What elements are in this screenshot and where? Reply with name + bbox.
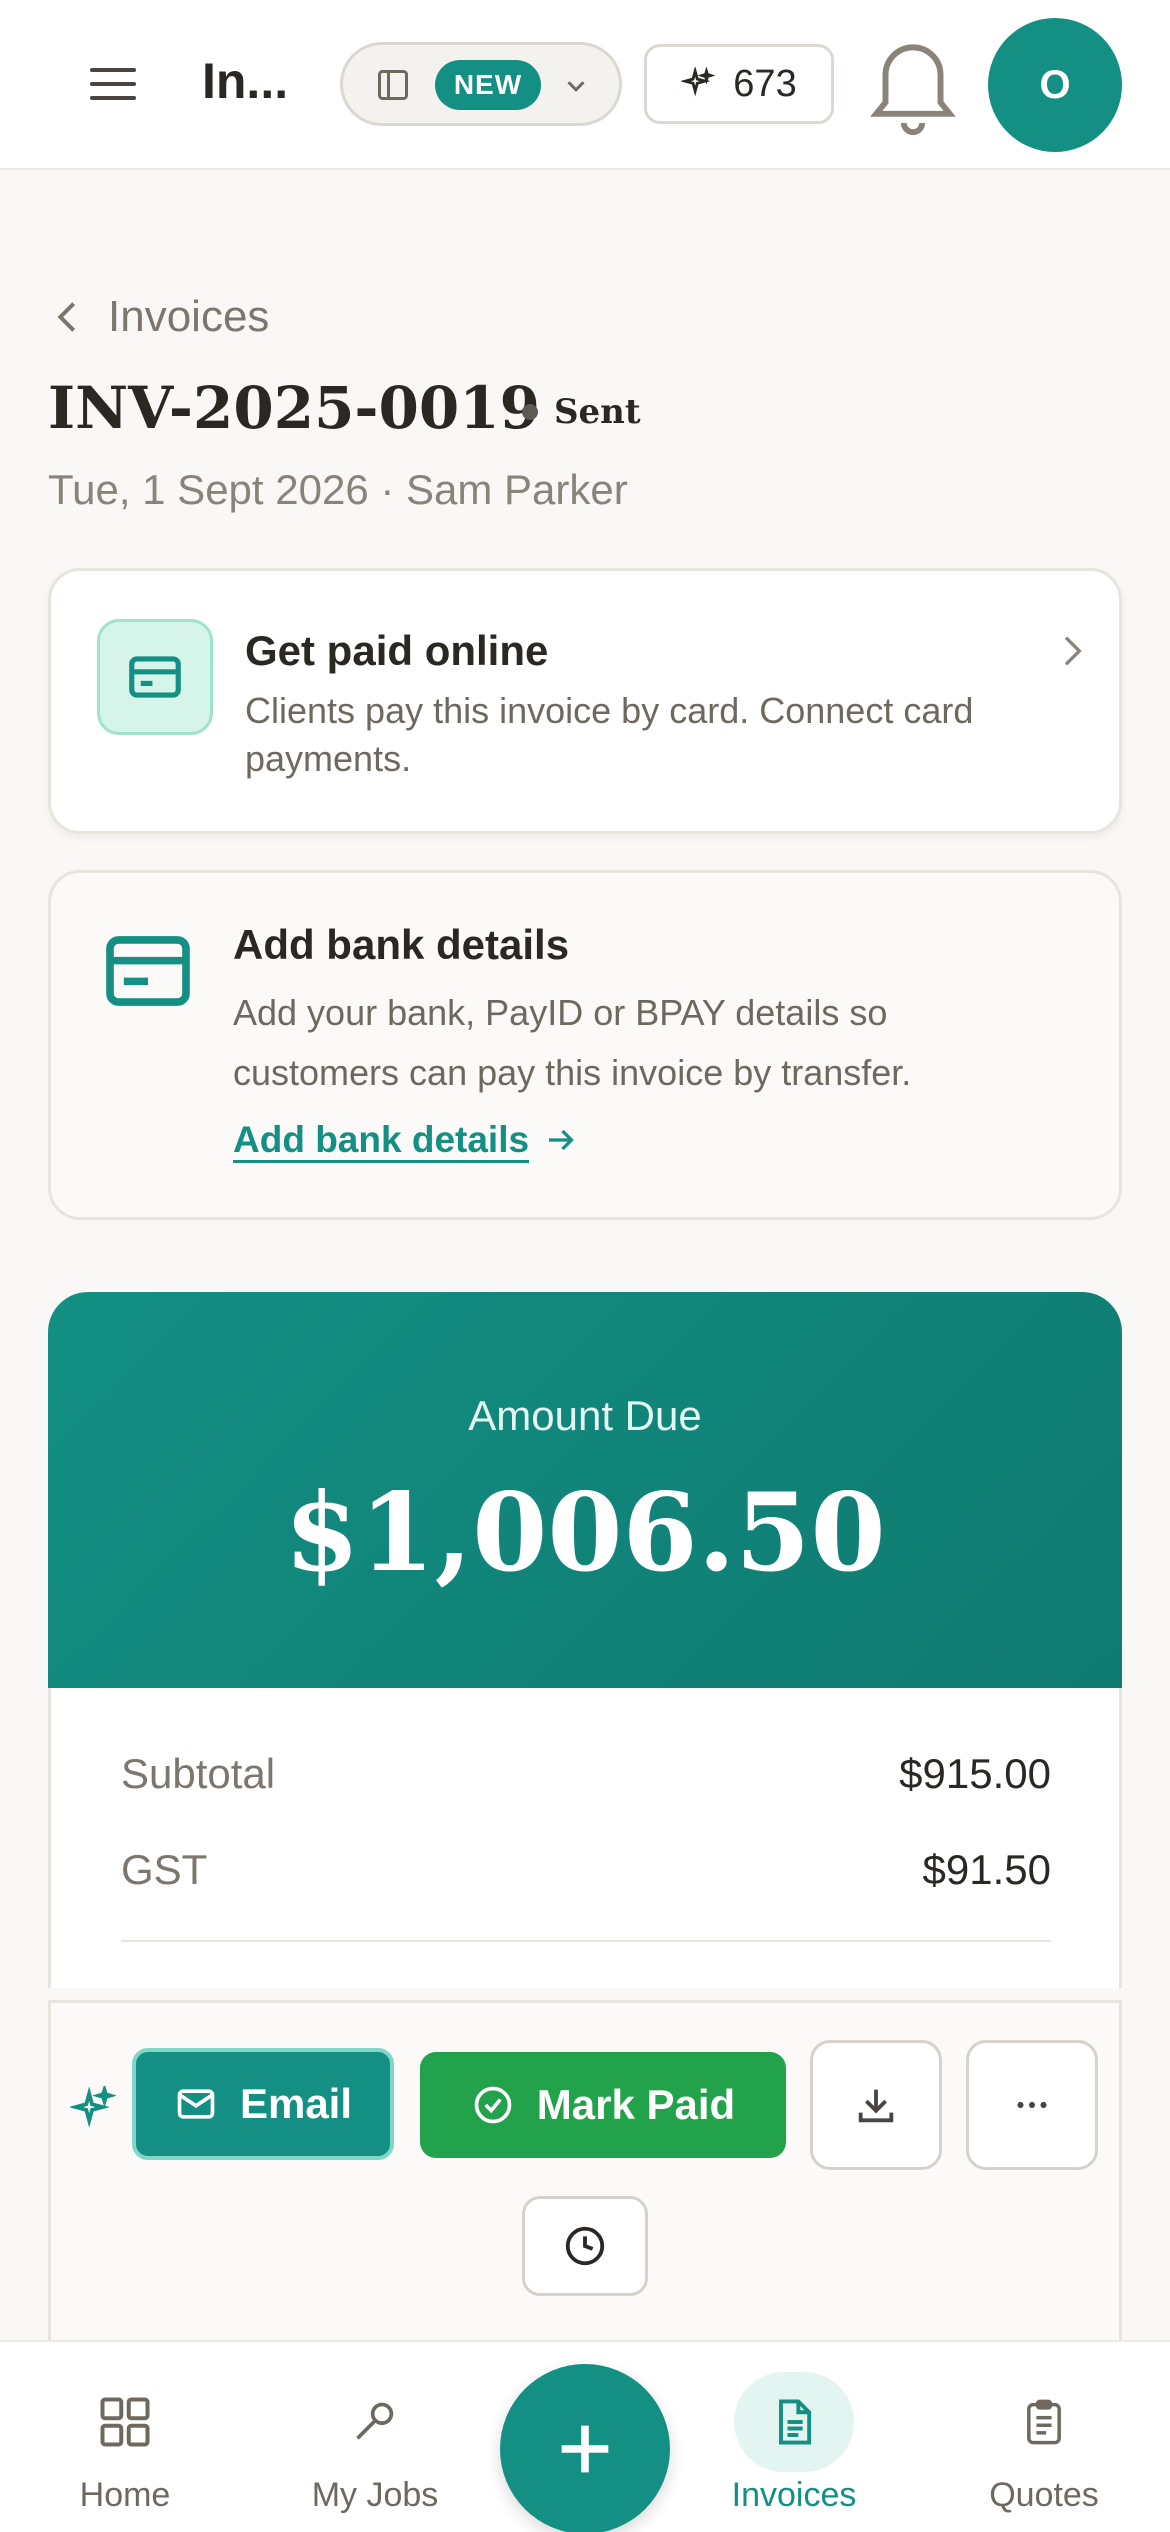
nav-icon-wrap	[315, 2372, 435, 2472]
add-bank-details-link[interactable]: Add bank details	[233, 1119, 579, 1161]
mark-paid-label: Mark Paid	[536, 2081, 736, 2128]
download-button[interactable]	[810, 2040, 942, 2170]
mark-paid-button[interactable]: Mark Paid	[420, 2052, 786, 2158]
back-label: Invoices	[108, 292, 270, 341]
email-label: Email	[239, 2080, 353, 2127]
clock-icon	[565, 2226, 605, 2266]
nav-icon-wrap	[734, 2372, 854, 2472]
credit-card-icon	[106, 936, 190, 1006]
subtotal-row: Subtotal $915.00	[121, 1750, 1051, 1798]
add-bank-details-label: Add bank details	[233, 1119, 530, 1160]
chevron-right-icon	[1064, 636, 1082, 666]
nav-item-home[interactable]: Home	[25, 2372, 225, 2515]
subtotal-value: $915.00	[899, 1750, 1051, 1797]
sparkle-icon	[681, 67, 716, 97]
clipboard-icon	[1027, 2399, 1061, 2445]
amount-due-value: $1,006.50	[284, 1470, 886, 1596]
gst-label: GST	[121, 1846, 208, 1893]
mail-icon	[177, 2089, 215, 2119]
bank-details-card: Add bank details Add your bank, PayID or…	[48, 870, 1122, 1220]
nav-icon-wrap	[65, 2372, 185, 2472]
arrow-right-icon	[549, 1129, 574, 1151]
nav-item-quotes[interactable]: Quotes	[944, 2372, 1144, 2515]
nav-label-quotes: Quotes	[989, 2476, 1099, 2514]
more-options-button[interactable]	[966, 2040, 1098, 2170]
invoice-meta: Tue, 1 Sept 2026 · Sam Parker	[48, 466, 628, 513]
more-horizontal-icon	[1017, 2101, 1047, 2109]
credits-count: 673	[733, 62, 797, 105]
grid-icon	[100, 2397, 150, 2447]
amount-due-panel: Amount Due $1,006.50	[48, 1292, 1122, 1688]
ai-sparkle-icon[interactable]	[70, 2086, 116, 2132]
nav-item-invoices[interactable]: Invoices	[694, 2372, 894, 2515]
add-new-button[interactable]	[500, 2364, 670, 2532]
get-paid-description: Clients pay this invoice by card. Connec…	[245, 690, 974, 779]
status-label: Sent	[554, 392, 641, 432]
bank-details-description: Add your bank, PayID or BPAY details so …	[233, 992, 912, 1093]
wrench-icon	[356, 2402, 394, 2440]
history-button[interactable]	[522, 2196, 648, 2296]
new-badge: NEW	[435, 60, 541, 110]
document-icon	[779, 2399, 812, 2445]
nav-label-home: Home	[79, 2476, 171, 2514]
get-paid-title: Get paid online	[245, 627, 549, 674]
chevron-left-icon	[57, 302, 76, 332]
menu-icon[interactable]	[82, 60, 146, 108]
layout-icon	[378, 70, 408, 100]
bank-details-title: Add bank details	[233, 921, 570, 968]
nav-label-invoices: Invoices	[731, 2476, 857, 2514]
credit-card-icon	[129, 656, 181, 698]
invoice-number: INV-2025-0019	[48, 374, 540, 442]
plus-icon	[561, 2425, 609, 2473]
status-badge: Sent	[522, 392, 641, 432]
email-button[interactable]: Email	[132, 2048, 394, 2160]
divider	[121, 1940, 1051, 1942]
gst-row: GST $91.50	[121, 1846, 1051, 1894]
download-icon	[858, 2089, 894, 2123]
nav-item-my-jobs[interactable]: My Jobs	[275, 2372, 475, 2515]
chevron-down-icon	[567, 81, 585, 92]
back-to-invoices-link[interactable]: Invoices	[52, 292, 269, 342]
app-title: In...	[202, 53, 289, 109]
subtotal-label: Subtotal	[121, 1750, 276, 1797]
gst-value: $91.50	[922, 1846, 1051, 1893]
view-switcher[interactable]: NEW	[340, 42, 622, 126]
status-dot	[522, 404, 538, 420]
get-paid-online-card[interactable]: Get paid online Clients pay this invoice…	[48, 568, 1122, 834]
avatar[interactable]: O	[988, 18, 1122, 152]
nav-label-my-jobs: My Jobs	[311, 2476, 439, 2514]
bell-icon[interactable]	[858, 28, 968, 140]
credits-button[interactable]: 673	[644, 44, 834, 124]
card-icon-box	[97, 619, 213, 735]
amount-due-label: Amount Due	[468, 1392, 702, 1439]
top-bar: In... NEW 673 O	[0, 0, 1170, 170]
totals-section: Subtotal $915.00 GST $91.50	[48, 1688, 1122, 1988]
check-circle-icon	[474, 2086, 512, 2124]
nav-icon-wrap	[984, 2372, 1104, 2472]
